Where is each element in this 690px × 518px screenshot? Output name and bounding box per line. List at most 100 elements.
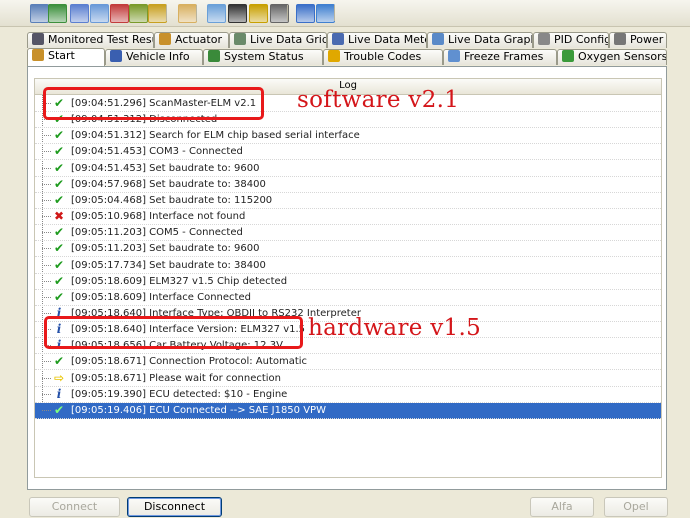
log-entry-text: [09:05:04.468] Set baudrate to: 115200 — [71, 194, 273, 206]
tab-label: Live Data Graph — [448, 33, 533, 46]
check-icon: ✔ — [53, 225, 65, 240]
tab-label: Power — [630, 33, 664, 46]
tab-label: PID Config — [554, 33, 609, 46]
tree-branch — [42, 183, 51, 185]
log-entry-text: [09:05:18.671] Connection Protocol: Auto… — [71, 356, 308, 368]
check-icon: ✔ — [53, 257, 65, 272]
graph-icon — [432, 33, 444, 45]
check-icon: ✔ — [53, 128, 65, 143]
tree-branch — [42, 135, 51, 137]
tab-actuator[interactable]: Actuator — [154, 32, 229, 48]
log-entry[interactable]: ✔ [09:04:51.312] Search for ELM chip base… — [35, 128, 661, 145]
log-entry[interactable]: ✔ [09:05:18.671] Connection Protocol: Aut… — [35, 354, 661, 371]
tab-row-bottom: Start Vehicle Info System Status Trouble Co… — [27, 48, 667, 66]
log-entry-text: [09:04:51.312] Search for ELM chip based… — [71, 130, 360, 142]
check-icon: ✔ — [53, 273, 65, 288]
freeze-icon — [448, 50, 460, 62]
alfa-button[interactable]: Alfa — [530, 497, 594, 517]
disconnect-button[interactable]: Disconnect — [127, 497, 222, 517]
log-entry[interactable]: ⇨ [09:05:18.671] Please wait for connecti… — [35, 371, 661, 387]
battery-icon[interactable] — [249, 4, 268, 23]
tab-pid-config[interactable]: PID Config — [533, 32, 609, 48]
tab-power[interactable]: Power — [609, 32, 667, 48]
tree-branch — [42, 151, 51, 153]
info-icon[interactable] — [296, 4, 315, 23]
tab-trouble-codes[interactable]: Trouble Codes — [323, 49, 443, 65]
oxygen-icon — [562, 50, 574, 62]
connect-icon[interactable] — [30, 4, 49, 23]
tab-oxygen-sensors[interactable]: Oxygen Sensors — [557, 49, 667, 65]
grid-icon — [234, 33, 246, 45]
tree-branch — [42, 199, 51, 201]
log-entry-text: [09:05:10.968] Interface not found — [71, 211, 246, 223]
tab-system-status[interactable]: System Status — [203, 49, 323, 65]
actuator-icon — [159, 33, 171, 45]
tab-label: Actuator — [175, 33, 222, 46]
arrow-right-icon: ⇨ — [53, 370, 65, 385]
toolbar-separator — [334, 5, 335, 21]
log-entry[interactable]: ✔ [09:05:04.468] Set baudrate to: 115200 — [35, 193, 661, 209]
log-entry[interactable]: ✔ [09:04:51.453] COM3 - Connected — [35, 144, 661, 161]
tab-label: Vehicle Info — [126, 50, 190, 63]
log-entry[interactable]: ✔ [09:05:17.734] Set baudrate to: 38400 — [35, 258, 661, 274]
log-entry-text: [09:05:17.734] Set baudrate to: 38400 — [71, 259, 266, 271]
opel-button[interactable]: Opel — [604, 497, 668, 517]
pid-icon — [538, 33, 550, 45]
log-entry-text: [09:04:51.453] Set baudrate to: 9600 — [71, 162, 260, 174]
error-icon: ✖ — [53, 209, 65, 224]
log-entry-text: [09:05:18.609] ELM327 v1.5 Chip detected — [71, 275, 288, 287]
toolbar-separator — [166, 5, 167, 21]
log-entry[interactable]: ✔ [09:05:18.609] Interface Connected — [35, 290, 661, 306]
hardware-annotation: hardware v1.5 — [308, 315, 482, 341]
info-icon: i — [56, 386, 62, 401]
chat-icon[interactable] — [207, 4, 226, 23]
globe-icon[interactable] — [48, 4, 67, 23]
tab-live-data-graph[interactable]: Live Data Graph — [427, 32, 533, 48]
log-entry[interactable]: ✔ [09:05:11.203] Set baudrate to: 9600 — [35, 241, 661, 258]
log-entry[interactable]: ✖ [09:05:10.968] Interface not found — [35, 209, 661, 226]
chart-bar-icon[interactable] — [110, 4, 129, 23]
log-entry[interactable]: ✔ [09:05:11.203] COM5 - Connected — [35, 225, 661, 242]
tab-monitored-test-results[interactable]: Monitored Test Results — [27, 32, 154, 48]
tab-vehicle-info[interactable]: Vehicle Info — [105, 49, 203, 65]
toolbar-separator — [196, 5, 197, 21]
check-icon: ✔ — [53, 241, 65, 256]
tab-label: Oxygen Sensors — [578, 50, 667, 63]
terminal-icon[interactable] — [228, 4, 247, 23]
tab-label: Freeze Frames — [464, 50, 544, 63]
software-annotation: software v2.1 — [297, 87, 460, 113]
log-entry-text: [09:05:19.406] ECU Connected --> SAE J18… — [71, 404, 326, 416]
tab-label: Live Data Grid — [250, 33, 327, 46]
tree-branch — [42, 409, 51, 411]
grid-icon[interactable] — [70, 4, 89, 23]
tree-branch — [42, 296, 51, 298]
toolbar-separator — [287, 5, 288, 21]
home-icon — [32, 49, 44, 61]
chart-icon[interactable] — [90, 4, 109, 23]
log-entry[interactable]: ✔ [09:04:51.453] Set baudrate to: 9600 — [35, 161, 661, 177]
tab-live-data-grid[interactable]: Live Data Grid — [229, 32, 327, 48]
connect-button[interactable]: Connect — [29, 497, 120, 517]
tree-branch — [42, 377, 51, 379]
log-entry[interactable]: ✔ [09:05:18.609] ELM327 v1.5 Chip detecte… — [35, 274, 661, 290]
log-entry[interactable]: ✔ [09:05:19.406] ECU Connected --> SAE J1… — [35, 402, 661, 419]
log-entry-text: [09:05:11.203] COM5 - Connected — [71, 227, 243, 239]
log-entry[interactable]: i [09:05:19.390] ECU detected: $10 - Engi… — [35, 387, 661, 403]
help-icon[interactable] — [316, 4, 335, 23]
tab-freeze-frames[interactable]: Freeze Frames — [443, 49, 557, 65]
info-icon — [110, 50, 122, 62]
dollar-icon[interactable] — [148, 4, 167, 23]
log-entry-text: [09:04:51.453] COM3 - Connected — [71, 146, 243, 158]
tree-branch — [42, 248, 51, 250]
tab-live-data-meter[interactable]: Live Data Meter — [327, 32, 427, 48]
log-entry[interactable]: ✔ [09:04:57.968] Set baudrate to: 38400 — [35, 177, 661, 193]
clipboard-icon[interactable] — [178, 4, 197, 23]
log-list[interactable]: ✔ [09:04:51.296] ScanMaster-ELM v2.1 ✔ [09:… — [34, 94, 662, 478]
tree-branch — [42, 232, 51, 234]
tree-branch — [42, 361, 51, 363]
warning-icon — [328, 50, 340, 62]
log-entry-text: [09:05:19.390] ECU detected: $10 - Engin… — [71, 388, 288, 400]
flags-icon[interactable] — [129, 4, 148, 23]
tab-start[interactable]: Start — [27, 48, 105, 66]
power-icon — [614, 33, 626, 45]
